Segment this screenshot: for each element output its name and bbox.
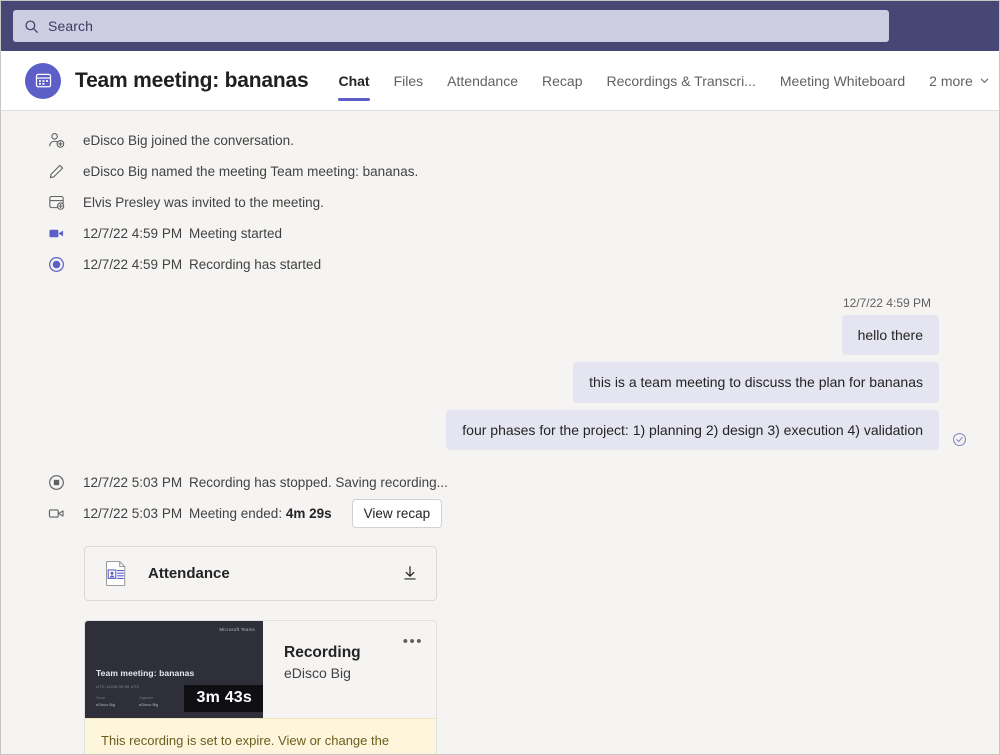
- system-message-recording-stopped: 12/7/22 5:03 PM Recording has stopped. S…: [1, 467, 999, 498]
- recording-duration-badge: 3m 43s: [184, 685, 263, 712]
- recording-thumbnail[interactable]: Microsoft Teams Team meeting: bananas UT…: [85, 621, 263, 718]
- outgoing-message-group: 12/7/22 4:59 PM hello there this is a te…: [1, 280, 999, 467]
- tab-bar: Chat Files Attendance Recap Recordings &…: [326, 51, 979, 111]
- system-message-joined: eDisco Big joined the conversation.: [1, 125, 999, 156]
- recording-thumbnail-brand: Microsoft Teams: [219, 627, 255, 632]
- tab-recordings-transcripts[interactable]: Recordings & Transcri...: [594, 51, 767, 111]
- download-icon[interactable]: [400, 563, 420, 583]
- system-message-time: 12/7/22 4:59 PM: [83, 226, 189, 241]
- calendar-icon: [25, 63, 61, 99]
- ellipsis-icon[interactable]: •••: [403, 634, 423, 649]
- check-circle-icon: [951, 432, 967, 448]
- recording-author: eDisco Big: [284, 665, 436, 681]
- calendar-add-icon: [45, 192, 67, 214]
- meeting-ended-label: Meeting ended: 4m 29s: [189, 506, 332, 521]
- tab-files[interactable]: Files: [382, 51, 436, 111]
- message-list: eDisco Big joined the conversation. eDis…: [1, 111, 999, 754]
- system-message-text: Recording has started: [189, 257, 321, 272]
- pencil-icon: [45, 161, 67, 183]
- recording-meta-key: Owner: [96, 696, 115, 700]
- system-message-time: 12/7/22 4:59 PM: [83, 257, 189, 272]
- attendance-file-icon: [101, 558, 131, 588]
- message-timestamp: 12/7/22 4:59 PM: [843, 296, 939, 310]
- system-message-invited: Elvis Presley was invited to the meeting…: [1, 187, 999, 218]
- system-message-row: 12/7/22 5:03 PM Meeting ended: 4m 29s Vi…: [83, 499, 442, 529]
- recording-thumbnail-meta: Owner eDisco Big Organizer eDisco Big: [96, 696, 158, 707]
- recording-meta-organizer: Organizer eDisco Big: [139, 696, 158, 707]
- message-row: four phases for the project: 1) planning…: [45, 410, 939, 450]
- system-message-time: 12/7/22 5:03 PM: [83, 506, 189, 521]
- expiration-text: This recording is set to expire. View or…: [101, 733, 389, 754]
- record-stop-icon: [45, 471, 67, 493]
- tab-more-label: 2 more: [929, 51, 973, 111]
- title-bar: Search: [1, 1, 999, 51]
- person-add-icon: [45, 130, 67, 152]
- message-row: hello there: [45, 315, 939, 355]
- record-start-icon: [45, 254, 67, 276]
- system-message-text: Elvis Presley was invited to the meeting…: [83, 195, 324, 210]
- attendance-label: Attendance: [148, 565, 400, 582]
- message-bubble[interactable]: this is a team meeting to discuss the pl…: [573, 362, 939, 402]
- recording-meta-value: eDisco Big: [96, 702, 115, 707]
- recording-card-info: ••• Recording eDisco Big: [263, 621, 436, 718]
- recording-thumbnail-subtitle: UTC 12/08 00:59 UTC: [96, 684, 140, 689]
- search-input[interactable]: Search: [13, 10, 889, 42]
- view-recap-button[interactable]: View recap: [352, 499, 443, 529]
- search-placeholder: Search: [48, 18, 93, 34]
- system-message-recording-started: 12/7/22 4:59 PM Recording has started: [1, 249, 999, 280]
- system-message-row: 12/7/22 4:59 PM Meeting started: [83, 226, 282, 241]
- tab-chat[interactable]: Chat: [326, 51, 381, 111]
- system-message-text: eDisco Big joined the conversation.: [83, 133, 294, 148]
- teams-window: Search Team meeting: bananas Chat Files …: [0, 0, 1000, 755]
- tab-meeting-whiteboard[interactable]: Meeting Whiteboard: [768, 51, 917, 111]
- tab-attendance[interactable]: Attendance: [435, 51, 530, 111]
- search-icon: [23, 18, 39, 34]
- system-message-row: 12/7/22 4:59 PM Recording has started: [83, 257, 321, 272]
- meeting-header: Team meeting: bananas Chat Files Attenda…: [1, 51, 999, 111]
- message-bubble[interactable]: four phases for the project: 1) planning…: [446, 410, 939, 450]
- system-message-meeting-started: 12/7/22 4:59 PM Meeting started: [1, 218, 999, 249]
- meeting-ended-text: Meeting ended:: [189, 506, 286, 521]
- page-title: Team meeting: bananas: [75, 69, 308, 93]
- expiration-banner: This recording is set to expire. View or…: [85, 718, 436, 754]
- system-message-text: Meeting started: [189, 226, 282, 241]
- recording-meta-key: Organizer: [139, 696, 158, 700]
- tab-recap[interactable]: Recap: [530, 51, 594, 111]
- system-message-text: Recording has stopped. Saving recording.…: [189, 475, 448, 490]
- message-bubble[interactable]: hello there: [842, 315, 939, 355]
- meeting-duration: 4m 29s: [286, 506, 332, 521]
- recording-meta-owner: Owner eDisco Big: [96, 696, 115, 707]
- video-off-icon: [45, 502, 67, 524]
- message-row: this is a team meeting to discuss the pl…: [45, 362, 939, 402]
- system-message-time: 12/7/22 5:03 PM: [83, 475, 189, 490]
- recording-card[interactable]: Microsoft Teams Team meeting: bananas UT…: [84, 620, 437, 754]
- recording-thumbnail-title: Team meeting: bananas: [96, 668, 194, 678]
- system-message-row: 12/7/22 5:03 PM Recording has stopped. S…: [83, 475, 448, 490]
- recording-card-top: Microsoft Teams Team meeting: bananas UT…: [85, 621, 436, 718]
- system-message-meeting-ended: 12/7/22 5:03 PM Meeting ended: 4m 29s Vi…: [1, 498, 999, 529]
- chevron-down-icon: [979, 75, 990, 86]
- system-message-renamed: eDisco Big named the meeting Team meetin…: [1, 156, 999, 187]
- attendance-card[interactable]: Attendance: [84, 546, 437, 601]
- video-icon: [45, 223, 67, 245]
- recording-meta-value: eDisco Big: [139, 702, 158, 707]
- system-message-text: eDisco Big named the meeting Team meetin…: [83, 164, 418, 179]
- tab-more-menu[interactable]: 2 more: [917, 51, 1000, 111]
